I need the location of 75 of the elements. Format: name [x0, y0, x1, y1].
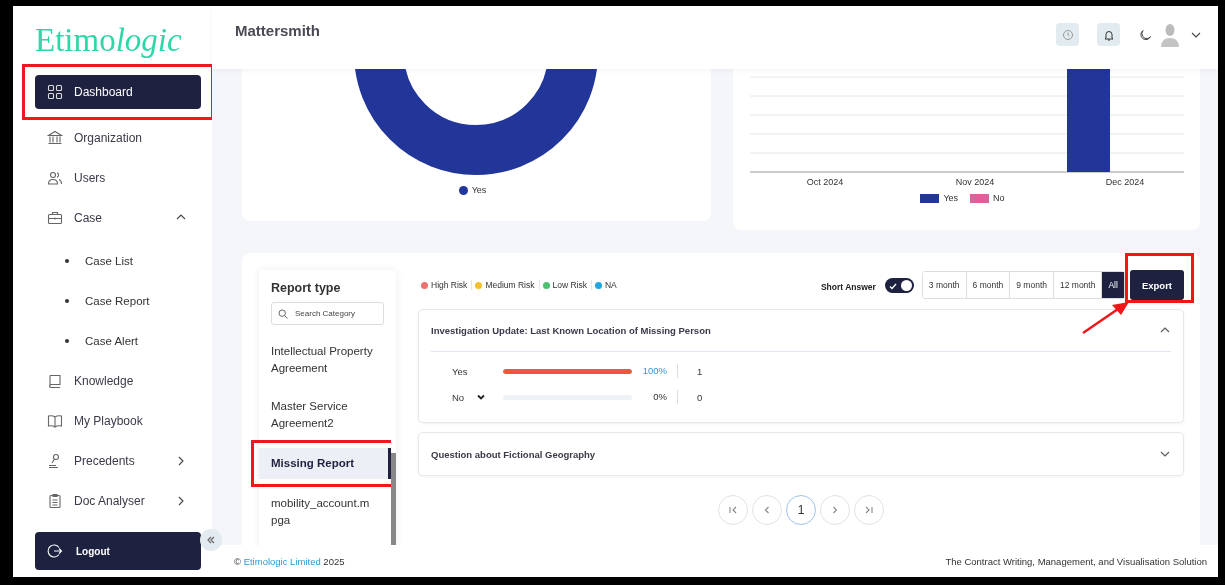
period-button[interactable]: All: [1102, 272, 1124, 298]
copyright-text: © Etimologic Limited 2025: [234, 555, 345, 567]
open-book-icon: [47, 413, 63, 429]
bank-icon: [47, 130, 63, 146]
logout-button[interactable]: Logout: [35, 532, 201, 570]
nav-subitem[interactable]: Case Report: [35, 281, 201, 321]
search-icon: [278, 309, 288, 319]
briefcase-icon: [47, 210, 63, 226]
category-item[interactable]: Master Service Agreement2: [259, 393, 391, 437]
nav-item[interactable]: Dashboard: [35, 75, 201, 109]
next-page-button[interactable]: [820, 495, 850, 525]
nav-subitem[interactable]: Case List: [35, 241, 201, 281]
bell-icon: [1102, 28, 1115, 41]
answer-label: Yes: [452, 365, 468, 377]
last-page-button[interactable]: [854, 495, 884, 525]
last-page-icon: [864, 505, 874, 515]
axis-label: Oct 2024: [805, 177, 845, 187]
first-page-icon: [728, 505, 738, 515]
logout-icon: [47, 543, 63, 559]
legend-label: No: [993, 193, 1005, 203]
axis-label: Dec 2024: [1104, 177, 1146, 187]
category-item[interactable]: mobility_account.mpga: [259, 490, 391, 534]
panel-title: Report type: [270, 281, 342, 295]
grid-icon: [47, 84, 63, 100]
users-icon: [47, 170, 63, 186]
legend-label: Yes: [943, 193, 959, 203]
clock-icon: [1061, 28, 1074, 41]
short-answer-toggle[interactable]: [884, 277, 914, 293]
legend-label: Low Risk: [552, 280, 587, 290]
double-chevron-left-icon: [206, 535, 216, 545]
avatar-icon: [1160, 22, 1180, 47]
category-item[interactable]: Intellectual Property Agreement: [259, 338, 391, 382]
moon-icon: [1138, 27, 1152, 42]
bullet-icon: [65, 339, 69, 343]
nav-item[interactable]: Knowledge: [35, 364, 201, 398]
previous-page-button[interactable]: [752, 495, 782, 525]
question-title: Investigation Update: Last Known Location of Missing Person: [431, 325, 711, 336]
nav-item[interactable]: Case: [35, 201, 201, 235]
percent-text: 0%: [632, 390, 678, 404]
axis-label: Nov 2024: [954, 177, 996, 187]
notifications-button[interactable]: [1097, 23, 1120, 46]
page-button[interactable]: 1: [786, 495, 816, 525]
nav-item[interactable]: My Playbook: [35, 404, 201, 438]
clipboard-icon: [47, 493, 63, 509]
page-title: Mattersmith: [235, 22, 320, 39]
percent-text: 100%: [632, 364, 678, 378]
toggle-label: Short Answer: [820, 281, 876, 292]
nav-item[interactable]: Doc Analyser: [35, 484, 201, 518]
category-item[interactable]: Missing Report: [259, 448, 391, 479]
nav-subitem[interactable]: Case Alert: [35, 321, 201, 361]
tagline-text: The Contract Writing, Management, and Visualisation Solution: [945, 555, 1207, 567]
book-icon: [47, 373, 63, 389]
legend-label: Medium Risk: [485, 280, 535, 290]
legend-label: NA: [605, 280, 617, 290]
export-button[interactable]: Export: [1129, 270, 1184, 300]
answer-label: No: [452, 391, 465, 403]
first-page-button[interactable]: [718, 495, 748, 525]
legend-label: Yes: [471, 185, 487, 195]
count-text: 1: [696, 365, 703, 377]
next-page-icon: [830, 505, 840, 515]
legend-label: High Risk: [431, 280, 468, 290]
search-field[interactable]: Search Category: [271, 302, 384, 325]
check-icon: [888, 281, 897, 290]
history-button[interactable]: [1056, 23, 1079, 46]
period-button[interactable]: 3 month: [922, 272, 967, 298]
logo: Etimologic: [35, 21, 183, 60]
scrollbar-thumb[interactable]: [391, 453, 396, 545]
previous-page-icon: [762, 505, 772, 515]
nav-item[interactable]: Users: [35, 161, 201, 195]
nav-item[interactable]: Organization: [35, 121, 201, 155]
question-title: Question about Fictional Geography: [431, 448, 596, 460]
bullet-icon: [65, 299, 69, 303]
bullet-icon: [65, 259, 69, 263]
count-text: 0: [696, 391, 703, 403]
nav-item[interactable]: Precedents: [35, 444, 201, 478]
